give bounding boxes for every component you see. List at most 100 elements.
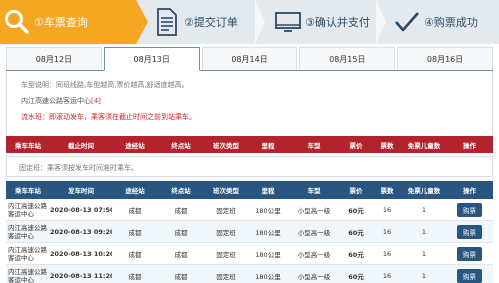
destination: 成都 <box>174 250 188 259</box>
destination: 成都 <box>174 206 188 215</box>
column-header: 免票儿童数 <box>407 141 441 150</box>
column-header: 票数 <box>380 141 394 150</box>
via-station: 成都 <box>128 250 142 259</box>
date-tab[interactable]: 08月15日 <box>299 47 396 70</box>
column-header: 里程 <box>261 187 275 195</box>
ticket-count: 16 <box>382 227 392 236</box>
schedule-type: 固定班 <box>216 206 236 215</box>
column-header: 发车时间 <box>68 187 94 195</box>
table-header: 乘车车站 截止时间 途经站 终点站 班次类型 里程 车型 票价 票数 免票儿童数… <box>6 136 493 153</box>
via-station: 成都 <box>128 206 142 215</box>
search-icon <box>0 0 34 44</box>
column-header: 终点站 <box>171 141 191 150</box>
step-label: ①车票查询 <box>34 16 88 29</box>
departure-station: 内江高速公路客运中心 <box>8 267 47 283</box>
buy-ticket-button[interactable]: 购票 <box>457 202 482 217</box>
destination: 成都 <box>174 228 188 237</box>
ticket-price: 60元 <box>348 228 364 237</box>
column-header: 终点站 <box>171 187 191 195</box>
notes-panel: 车型说明：同班线路,车型越高,票价越高,舒适度越高。 内江高速公路客运中心[4]… <box>6 71 493 136</box>
distance: 180公里 <box>255 272 281 281</box>
buy-ticket-button[interactable]: 购票 <box>457 246 482 261</box>
date-tabs: 08月12日 08月13日 08月14日 08月15日 08月16日 <box>6 47 493 71</box>
free-children: 1 <box>421 271 427 280</box>
ticket-price: 60元 <box>348 250 364 259</box>
column-header: 途经站 <box>125 141 145 150</box>
column-header: 截止时间 <box>68 141 94 150</box>
column-header: 班次类型 <box>213 187 239 195</box>
ticket-count: 16 <box>382 249 392 258</box>
free-children: 1 <box>421 227 427 236</box>
departure-station: 内江高速公路客运中心 <box>8 245 47 262</box>
table-row: 内江高速公路客运中心 2020-08-13 11:20 成都 成都 固定班 18… <box>6 265 493 283</box>
rolling-schedule-table: 乘车车站 截止时间 途经站 终点站 班次类型 里程 车型 票价 票数 免票儿童数… <box>6 136 493 153</box>
column-header: 票价 <box>349 187 363 195</box>
rolling-note: 流水班：即滚动发车，乘客须在截止时间之前到站乘车。 <box>21 113 196 121</box>
ticket-price: 60元 <box>348 272 364 281</box>
table-header: 乘车车站 发车时间 途经站 终点站 班次类型 里程 车型 票价 票数 免票儿童数… <box>6 181 493 199</box>
via-station: 成都 <box>128 272 142 281</box>
vehicle-type: 小型高一级 <box>297 272 331 281</box>
column-header: 乘车车站 <box>15 141 41 150</box>
document-icon <box>150 0 184 44</box>
schedule-type: 固定班 <box>216 250 236 259</box>
column-header: 操作 <box>463 141 476 150</box>
distance: 180公里 <box>255 228 281 237</box>
buy-ticket-button[interactable]: 购票 <box>457 268 482 283</box>
monitor-icon <box>271 0 305 44</box>
date-tab[interactable]: 08月14日 <box>201 47 298 70</box>
ticket-count: 16 <box>382 205 392 214</box>
step-purchase-success[interactable]: ④购票成功 <box>380 0 499 44</box>
free-children: 1 <box>421 249 427 258</box>
column-header: 里程 <box>261 141 275 150</box>
departure-time: 2020-08-13 11:20 <box>50 271 112 280</box>
table-row: 内江高速公路客运中心 2020-08-13 09:20 成都 成都 固定班 18… <box>6 221 493 243</box>
date-tab-active[interactable]: 08月13日 <box>103 47 200 71</box>
column-header: 车型 <box>307 141 321 150</box>
vehicle-type: 小型高一级 <box>297 228 331 237</box>
departure-station: 内江高速公路客运中心 <box>8 223 47 240</box>
progress-steps: ①车票查询 ②提交订单 ③确认并支付 ④购票成功 <box>0 0 499 44</box>
table-body: 内江高速公路客运中心 2020-08-13 07:50 成都 成都 固定班 18… <box>6 199 493 283</box>
table-row: 内江高速公路客运中心 2020-08-13 07:50 成都 成都 固定班 18… <box>6 199 493 221</box>
departure-station: 内江高速公路客运中心 <box>8 201 47 218</box>
departure-time: 2020-08-13 10:20 <box>50 249 112 258</box>
destination: 成都 <box>174 272 188 281</box>
date-tab[interactable]: 08月16日 <box>397 47 493 70</box>
station-info: 内江高速公路客运中心[4] <box>21 96 478 106</box>
column-header: 乘车车站 <box>15 187 41 195</box>
vehicle-note: 车型说明：同班线路,车型越高,票价越高,舒适度越高。 <box>21 81 189 89</box>
schedule-type: 固定班 <box>216 228 236 237</box>
distance: 180公里 <box>255 250 281 259</box>
departure-time: 2020-08-13 09:20 <box>50 227 112 236</box>
ticket-price: 60元 <box>348 206 364 215</box>
date-tab[interactable]: 08月12日 <box>6 47 102 70</box>
step-submit-order[interactable]: ②提交订单 <box>136 0 265 44</box>
step-label: ③确认并支付 <box>305 16 370 29</box>
checkmark-icon <box>390 0 424 44</box>
step-ticket-query[interactable]: ①车票查询 <box>0 0 148 44</box>
schedule-type: 固定班 <box>216 272 236 281</box>
table-row: 内江高速公路客运中心 2020-08-13 10:20 成都 成都 固定班 18… <box>6 243 493 265</box>
ticket-count: 16 <box>382 271 392 280</box>
departure-time: 2020-08-13 07:50 <box>50 205 112 214</box>
free-children: 1 <box>421 205 427 214</box>
column-header: 操作 <box>463 187 476 195</box>
distance: 180公里 <box>255 206 281 215</box>
column-header: 免票儿童数 <box>407 187 441 195</box>
fixed-schedule-note: 固定班：乘客须按发车时间准时乘车。 <box>6 156 493 177</box>
step-label: ④购票成功 <box>424 16 478 29</box>
station-phone[interactable]: [4] <box>91 97 101 105</box>
column-header: 班次类型 <box>213 141 239 150</box>
fixed-schedule-table: 乘车车站 发车时间 途经站 终点站 班次类型 里程 车型 票价 票数 免票儿童数… <box>6 181 493 283</box>
buy-ticket-button[interactable]: 购票 <box>457 224 482 239</box>
vehicle-type: 小型高一级 <box>297 250 331 259</box>
step-label: ②提交订单 <box>184 16 238 29</box>
column-header: 车型 <box>307 187 321 195</box>
column-header: 票价 <box>349 141 363 150</box>
station-name: 内江高速公路客运中心 <box>21 97 91 105</box>
column-header: 票数 <box>380 187 394 195</box>
step-confirm-pay[interactable]: ③确认并支付 <box>259 0 386 44</box>
column-header: 途经站 <box>125 187 145 195</box>
vehicle-type: 小型高一级 <box>297 206 331 215</box>
